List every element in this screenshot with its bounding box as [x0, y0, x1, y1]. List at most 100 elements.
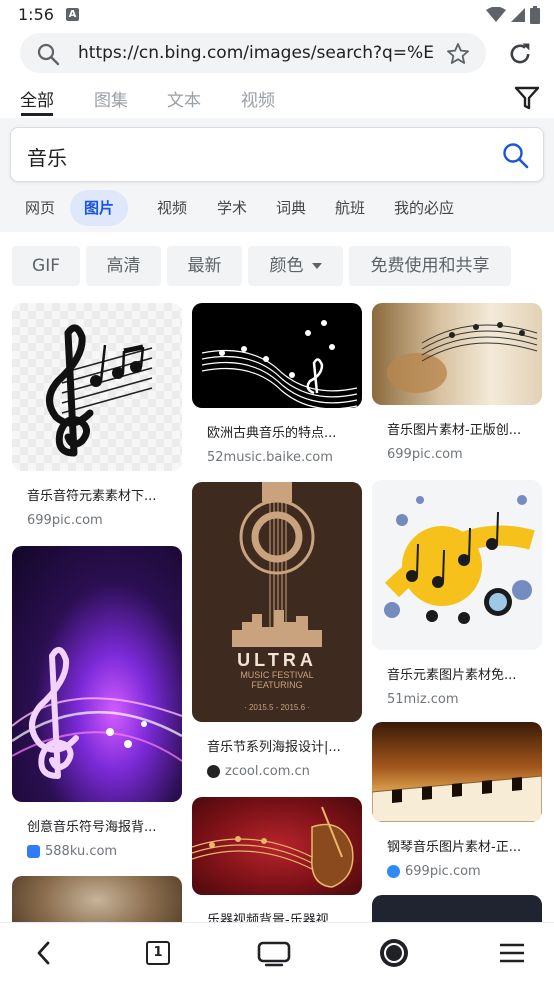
vertical-flights[interactable]: 航班: [321, 190, 379, 226]
tab-count: 1: [153, 945, 163, 960]
bookmark-star-icon[interactable]: [446, 42, 470, 66]
camera-search-icon[interactable]: [378, 937, 410, 969]
result-source: 588ku.com: [27, 844, 182, 859]
filter-chip-hd[interactable]: 高清: [86, 246, 161, 286]
neon-clef-image: [12, 647, 182, 779]
vertical-nav: 网页 图片 视频 学术 词典 航班 我的必应: [0, 190, 554, 228]
result-title[interactable]: 欧洲古典音乐的特点...: [207, 422, 357, 441]
result-thumbnail[interactable]: [12, 546, 182, 802]
active-tab-underline: [21, 113, 53, 116]
treble-clef-image: [46, 324, 153, 457]
result-source: zcool.com.cn: [207, 764, 362, 779]
image-result[interactable]: 音乐元素图片素材免... 51miz.com: [372, 480, 542, 707]
image-result[interactable]: 音乐图片素材-正版创... 699pic.com: [372, 303, 542, 462]
status-bar: 1:56 A: [0, 0, 554, 30]
search-icon: [37, 43, 60, 66]
poster-subline: MUSIC FESTIVAL: [240, 670, 313, 680]
source-domain: 51miz.com: [387, 692, 459, 707]
source-domain: 699pic.com: [405, 864, 481, 879]
signal-icon: [511, 8, 525, 22]
source-domain: 52music.baike.com: [207, 450, 333, 465]
chip-label: 最新: [187, 256, 222, 276]
tab-collections[interactable]: 图集: [94, 86, 128, 111]
result-thumbnail[interactable]: [192, 303, 362, 408]
reading-mode-icon[interactable]: [256, 937, 292, 969]
tab-switcher-button[interactable]: 1: [146, 941, 170, 965]
chevron-down-icon: [311, 263, 322, 269]
result-title[interactable]: 创意音乐符号海报背...: [27, 816, 177, 835]
result-thumbnail[interactable]: [372, 303, 542, 405]
result-thumbnail[interactable]: [372, 480, 542, 650]
violin-staff-image: [192, 806, 354, 888]
status-time: 1:56: [18, 5, 54, 24]
search-icon[interactable]: [501, 141, 529, 169]
image-result[interactable]: 欧洲古典音乐的特点... 52music.baike.com: [192, 303, 362, 465]
battery-icon: [530, 6, 540, 24]
menu-icon[interactable]: [498, 937, 526, 969]
chip-label: 颜色: [269, 256, 304, 276]
tab-all[interactable]: 全部: [20, 86, 54, 111]
result-source: 51miz.com: [387, 692, 542, 707]
source-domain: 699pic.com: [27, 513, 103, 528]
result-source: 699pic.com: [387, 447, 542, 462]
guitar-poster-image: ULTRA MUSIC FESTIVAL FEATURING · 2015.5 …: [232, 482, 322, 712]
result-title[interactable]: 音乐节系列海报设计|...: [207, 736, 357, 755]
url-text[interactable]: https://cn.bing.com/images/search?q=%E: [78, 43, 440, 63]
vertical-academic[interactable]: 学术: [203, 190, 261, 226]
source-domain: zcool.com.cn: [225, 764, 310, 779]
filter-icon[interactable]: [514, 86, 540, 110]
image-result[interactable]: 钢琴音乐图片素材-正... 699pic.com: [372, 722, 542, 879]
staff-notes-image: [201, 320, 358, 408]
result-source: 699pic.com: [387, 864, 542, 879]
image-result[interactable]: 创意音乐符号海报背... 588ku.com: [12, 546, 182, 859]
source-icon: [207, 765, 220, 778]
source-icon: [27, 845, 40, 858]
source-domain: 699pic.com: [387, 447, 463, 462]
source-icon: [387, 865, 400, 878]
vertical-dictionary[interactable]: 词典: [262, 190, 320, 226]
result-thumbnail[interactable]: [12, 303, 182, 471]
status-icons: [486, 6, 540, 24]
back-icon[interactable]: [32, 937, 56, 969]
vertical-my-bing[interactable]: 我的必应: [380, 190, 468, 226]
source-domain: 588ku.com: [45, 844, 118, 859]
chip-label: 免费使用和共享: [370, 256, 490, 276]
filter-chip-latest[interactable]: 最新: [167, 246, 242, 286]
url-bar[interactable]: https://cn.bing.com/images/search?q=%E: [20, 33, 486, 73]
result-thumbnail[interactable]: [192, 797, 362, 895]
filter-chip-color[interactable]: 颜色: [248, 246, 343, 286]
filter-chip-license[interactable]: 免费使用和共享: [349, 246, 511, 286]
result-title[interactable]: 钢琴音乐图片素材-正...: [387, 836, 537, 855]
image-result[interactable]: 乐器视频背景-乐器视...: [192, 797, 362, 928]
poster-subline2: FEATURING: [251, 680, 302, 690]
poster-headline: ULTRA: [237, 650, 317, 670]
result-title[interactable]: 音乐图片素材-正版创...: [387, 419, 537, 438]
top-tabs: 全部 图集 文本 视频: [0, 80, 554, 120]
reload-icon[interactable]: [506, 40, 534, 68]
result-thumbnail[interactable]: [372, 722, 542, 822]
image-result[interactable]: 音乐音符元素素材下... 699pic.com: [12, 303, 182, 528]
bottom-nav: 1: [0, 922, 554, 984]
notification-icon: A: [66, 8, 79, 21]
chip-label: 高清: [106, 256, 141, 276]
vertical-web[interactable]: 网页: [11, 190, 69, 226]
search-input[interactable]: 音乐: [27, 142, 67, 171]
vertical-images[interactable]: 图片: [70, 190, 129, 226]
chip-label: GIF: [32, 256, 60, 276]
result-title[interactable]: 音乐音符元素素材下...: [27, 485, 177, 504]
vertical-videos[interactable]: 视频: [143, 190, 201, 226]
result-source: 699pic.com: [27, 513, 182, 528]
piano-keys-image: [372, 775, 542, 822]
result-thumbnail[interactable]: ULTRA MUSIC FESTIVAL FEATURING · 2015.5 …: [192, 482, 362, 722]
poster-dates: · 2015.5 - 2015.6 ·: [244, 703, 310, 712]
result-title[interactable]: 音乐元素图片素材免...: [387, 664, 537, 683]
search-box[interactable]: 音乐: [10, 127, 544, 182]
colorful-notes-image: [384, 495, 535, 624]
image-result[interactable]: ULTRA MUSIC FESTIVAL FEATURING · 2015.5 …: [192, 482, 362, 779]
wifi-icon: [486, 7, 506, 22]
guitar-notes-image: [387, 322, 538, 393]
tab-video[interactable]: 视频: [241, 86, 275, 111]
result-source: 52music.baike.com: [207, 450, 362, 465]
filter-chip-gif[interactable]: GIF: [12, 246, 80, 286]
tab-text[interactable]: 文本: [167, 86, 201, 111]
